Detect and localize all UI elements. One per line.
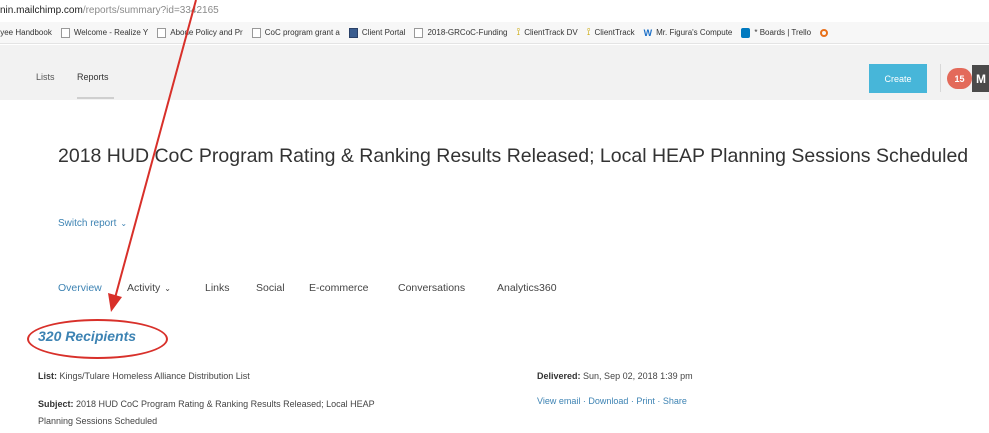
chevron-down-icon: ⌄ xyxy=(164,284,171,293)
page-icon xyxy=(157,27,167,38)
bookmark-grcoc-funding[interactable]: 2018-GRCoC-Funding xyxy=(414,27,508,38)
delivered-value: Sun, Sep 02, 2018 1:39 pm xyxy=(583,371,693,381)
notification-badge[interactable]: 15 xyxy=(947,68,972,89)
clienttrack-icon: ⟟ xyxy=(516,26,521,38)
bookmark-welcome-realize[interactable]: Welcome - Realize Y xyxy=(60,27,149,38)
w-logo-icon: W xyxy=(643,27,653,38)
report-actions-links[interactable]: View email · Download · Print · Share xyxy=(537,396,687,406)
nav-lists[interactable]: Lists xyxy=(36,72,55,82)
switch-report-link[interactable]: Switch report ⌄ xyxy=(58,218,127,229)
url-host: nin.mailchimp.com xyxy=(0,5,83,16)
app-nav: Lists Reports xyxy=(0,45,989,100)
chevron-down-icon: ⌄ xyxy=(120,219,128,228)
bookmark-label: CoC program grant a xyxy=(264,28,340,37)
list-detail: List: Kings/Tulare Homeless Alliance Dis… xyxy=(38,368,250,385)
delivered-detail: Delivered: Sun, Sep 02, 2018 1:39 pm xyxy=(537,368,693,385)
address-bar[interactable]: nin.mailchimp.com/reports/summary?id=334… xyxy=(0,0,989,22)
tab-analytics360[interactable]: Analytics360 xyxy=(497,282,557,294)
bookmark-clienttrack[interactable]: ⟟ ClientTrack xyxy=(586,26,635,38)
bookmark-label: 2018-GRCoC-Funding xyxy=(427,28,508,37)
bookmark-employee-handbook[interactable]: loyee Handbook xyxy=(0,28,52,37)
bookmark-client-portal[interactable]: Client Portal xyxy=(348,27,406,38)
bookmark-overflow[interactable] xyxy=(820,28,832,37)
subject-label: Subject: xyxy=(38,399,74,409)
subject-detail: Subject: 2018 HUD CoC Program Rating & R… xyxy=(38,396,508,430)
bookmark-label: loyee Handbook xyxy=(0,28,52,37)
url-text[interactable]: nin.mailchimp.com/reports/summary?id=334… xyxy=(0,5,219,16)
nav-divider xyxy=(940,64,941,92)
tab-activity[interactable]: Activity ⌄ xyxy=(127,282,171,294)
list-label: List: xyxy=(38,371,57,381)
create-button[interactable]: Create xyxy=(869,64,927,93)
tab-links[interactable]: Links xyxy=(205,282,230,294)
clienttrack-icon: ⟟ xyxy=(586,26,591,38)
bookmark-label: Welcome - Realize Y xyxy=(73,28,149,37)
switch-report-label: Switch report xyxy=(58,218,117,229)
bookmark-mr-figura[interactable]: W Mr. Figura's Compute xyxy=(644,28,733,38)
bookmark-coc-program-grant[interactable]: CoC program grant a xyxy=(251,27,340,38)
page-icon xyxy=(414,27,424,38)
bookmark-label: ClientTrack DV xyxy=(524,28,578,37)
bookmark-label: Abode Policy and Pr xyxy=(170,28,243,37)
page-icon xyxy=(60,27,70,38)
page-icon xyxy=(251,27,261,38)
subject-value: 2018 HUD CoC Program Rating & Ranking Re… xyxy=(76,399,375,409)
portal-icon xyxy=(348,27,358,38)
list-value: Kings/Tulare Homeless Alliance Distribut… xyxy=(59,371,250,381)
tab-ecommerce[interactable]: E-commerce xyxy=(309,282,369,294)
report-title: 2018 HUD CoC Program Rating & Ranking Re… xyxy=(58,145,969,167)
nav-active-underline xyxy=(77,97,114,99)
bookmark-label: ClientTrack xyxy=(594,28,635,37)
annotation-arrow-head xyxy=(108,293,122,312)
tab-conversations[interactable]: Conversations xyxy=(398,282,465,294)
delivered-label: Delivered: xyxy=(537,371,581,381)
nav-reports[interactable]: Reports xyxy=(77,72,109,82)
circle-logo-icon xyxy=(820,28,829,37)
tab-overview[interactable]: Overview xyxy=(58,282,102,294)
bookmarks-bar: loyee Handbook Welcome - Realize Y Abode… xyxy=(0,22,989,44)
tab-social[interactable]: Social xyxy=(256,282,285,294)
bookmark-label: Mr. Figura's Compute xyxy=(656,28,733,37)
bookmark-abode-policy[interactable]: Abode Policy and Pr xyxy=(157,27,243,38)
bookmark-trello[interactable]: * Boards | Trello xyxy=(741,27,812,38)
trello-icon xyxy=(741,27,751,38)
bookmark-clienttrack-dv[interactable]: ⟟ ClientTrack DV xyxy=(516,26,578,38)
subject-value-continued: Planning Sessions Scheduled xyxy=(38,416,158,426)
bookmark-label: * Boards | Trello xyxy=(754,28,812,37)
url-path: /reports/summary?id=3342165 xyxy=(82,5,219,16)
annotation-circle xyxy=(27,319,168,359)
tab-activity-label: Activity xyxy=(127,282,161,294)
bookmark-label: Client Portal xyxy=(361,28,406,37)
account-avatar[interactable]: M xyxy=(972,65,989,92)
